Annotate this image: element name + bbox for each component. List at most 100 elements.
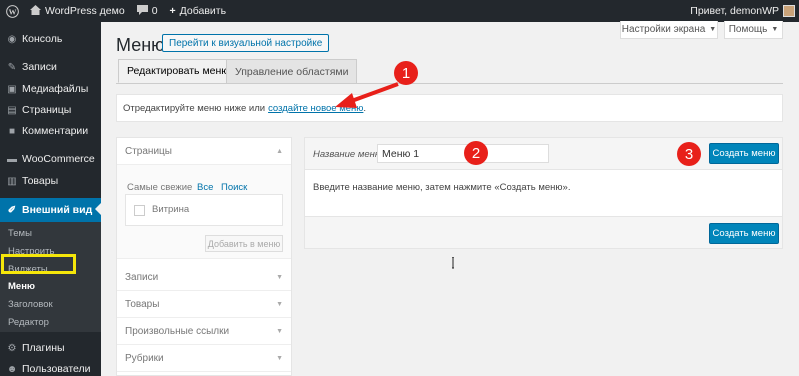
menu-editor: Название меню Меню 1 Создать меню Введит… [304, 137, 783, 249]
pin-icon: ✎ [7, 61, 17, 73]
users-icon: ☻ [6, 363, 18, 375]
help-label: Помощь [728, 24, 768, 35]
accordion-title: Рубрики [125, 352, 164, 364]
tab-edit-menus[interactable]: Редактировать меню [118, 59, 239, 83]
menu-notice: Отредактируйте меню ниже или создайте но… [116, 94, 783, 122]
sidebar-item-label: Плагины [22, 342, 65, 354]
comments-link[interactable]: 0 [131, 0, 164, 22]
sidebar-item-label: Комментарии [22, 125, 89, 137]
sidebar-item-label: Медиафайлы [22, 83, 89, 95]
chevron-up-icon: ▲ [276, 147, 283, 155]
svg-text:W: W [8, 7, 16, 16]
submenu-item-themes[interactable]: Темы [8, 228, 32, 239]
brush-icon: ✐ [7, 204, 17, 216]
accordion-posts[interactable]: Записи ▼ [117, 264, 291, 291]
admin-sidebar: ◉ Консоль ✎ Записи ▣ Медиафайлы ▤ Страни… [0, 22, 101, 376]
chevron-down-icon: ▼ [276, 327, 283, 335]
sidebar-item-appearance[interactable]: ✐ Внешний вид [0, 198, 101, 222]
sidebar-item-dashboard[interactable]: ◉ Консоль [0, 28, 101, 50]
item-label: Витрина [152, 204, 190, 215]
woocommerce-icon: ▬ [7, 153, 17, 165]
menu-instructions: Введите название меню, затем нажмите «Со… [313, 182, 571, 193]
sidebar-item-label: Пользователи [22, 363, 91, 375]
add-menu-items-panel: Страницы ▲ Самые свежие Все Поиск Витрин… [116, 137, 292, 376]
create-menu-button-bottom[interactable]: Создать меню [709, 223, 779, 244]
menu-editor-footer: Создать меню [305, 216, 782, 248]
annotation-marker-3: 3 [677, 142, 701, 166]
sidebar-item-label: Внешний вид [22, 204, 93, 216]
screen-options-label: Настройки экрана [621, 24, 706, 35]
sidebar-item-label: Страницы [22, 104, 72, 116]
add-new-link[interactable]: + Добавить [164, 0, 233, 22]
plugin-icon: ⚙ [7, 342, 17, 354]
sidebar-item-pages[interactable]: ▤ Страницы [0, 99, 101, 121]
comment-bubble-icon [136, 4, 148, 18]
screen-options-button[interactable]: Настройки экрана ▼ [620, 21, 718, 39]
comment-icon: ■ [8, 125, 16, 137]
sidebar-item-label: Консоль [22, 33, 63, 45]
caret-down-icon: ▼ [709, 26, 717, 33]
site-name-link[interactable]: WordPress демо [24, 0, 131, 22]
home-icon [30, 4, 41, 18]
tabs-divider [116, 83, 783, 84]
chevron-down-icon: ▼ [276, 273, 283, 281]
notice-suffix: . [363, 102, 367, 114]
page-icon: ▤ [7, 104, 17, 116]
avatar [783, 5, 795, 17]
admin-bar: W WordPress демо 0 + Добавить Привет, de… [0, 0, 799, 22]
archive-icon: ▥ [7, 175, 17, 187]
accordion-title: Товары [125, 298, 160, 310]
wordpress-logo-icon[interactable]: W [0, 0, 24, 22]
sidebar-item-label: Записи [22, 61, 57, 73]
sidebar-item-comments[interactable]: ■ Комментарии [0, 120, 101, 142]
tab-search[interactable]: Поиск [221, 182, 247, 193]
create-menu-button-top[interactable]: Создать меню [709, 143, 779, 164]
mouse-cursor-icon [452, 256, 460, 272]
sidebar-item-media[interactable]: ▣ Медиафайлы [0, 78, 101, 100]
plus-icon: + [169, 5, 176, 17]
accordion-pages[interactable]: Страницы ▲ [117, 138, 291, 165]
submenu-item-menus[interactable]: Меню [8, 281, 35, 292]
create-new-menu-link[interactable]: создайте новое меню [268, 103, 363, 114]
sidebar-item-label: Товары [22, 175, 59, 187]
account-menu[interactable]: Привет, demonWP [690, 0, 795, 22]
chevron-down-icon: ▼ [276, 300, 283, 308]
chevron-down-icon: ▼ [276, 354, 283, 362]
item-checkbox[interactable] [134, 205, 145, 216]
sidebar-item-plugins[interactable]: ⚙ Плагины [0, 337, 101, 359]
help-button[interactable]: Помощь ▼ [724, 21, 783, 39]
page-title: Меню [116, 35, 165, 55]
tab-most-recent[interactable]: Самые свежие [127, 182, 192, 193]
accordion-products[interactable]: Товары ▼ [117, 291, 291, 318]
tab-view-all[interactable]: Все [197, 182, 213, 193]
sidebar-item-products[interactable]: ▥ Товары [0, 170, 101, 192]
annotation-marker-1: 1 [394, 61, 418, 85]
greeting: Привет, demonWP [690, 5, 779, 17]
menu-name-label: Название меню [313, 149, 382, 160]
menu-editor-header: Название меню Меню 1 Создать меню [305, 138, 782, 170]
add-to-menu-button[interactable]: Добавить в меню [205, 235, 283, 252]
menu-highlight-box [1, 254, 76, 274]
accordion-title: Записи [125, 271, 159, 283]
submenu-item-header[interactable]: Заголовок [8, 299, 53, 310]
site-name: WordPress демо [45, 5, 125, 17]
notice-text: Отредактируйте меню ниже или [123, 102, 266, 114]
sidebar-item-label: WooCommerce [22, 153, 95, 165]
visual-customize-button[interactable]: Перейти к визуальной настройке [162, 34, 330, 52]
dashboard-icon: ◉ [7, 33, 17, 45]
sidebar-item-users[interactable]: ☻ Пользователи [0, 358, 101, 376]
add-new-label: Добавить [179, 5, 227, 17]
sidebar-item-woocommerce[interactable]: ▬ WooCommerce [0, 148, 101, 170]
accordion-title: Страницы [125, 145, 172, 157]
appearance-submenu: Темы Настроить Виджеты Меню Заголовок Ре… [0, 222, 101, 332]
accordion-categories[interactable]: Рубрики ▼ [117, 345, 291, 372]
tab-manage-locations[interactable]: Управление областями [226, 59, 358, 83]
sidebar-item-posts[interactable]: ✎ Записи [0, 56, 101, 78]
pages-list: Витрина [125, 194, 283, 226]
media-icon: ▣ [7, 83, 17, 95]
accordion-title: Произвольные ссылки [125, 325, 230, 337]
accordion-custom-links[interactable]: Произвольные ссылки ▼ [117, 318, 291, 345]
menu-name-input[interactable]: Меню 1 [377, 144, 549, 163]
submenu-item-editor[interactable]: Редактор [8, 317, 49, 328]
comments-count: 0 [151, 5, 158, 17]
